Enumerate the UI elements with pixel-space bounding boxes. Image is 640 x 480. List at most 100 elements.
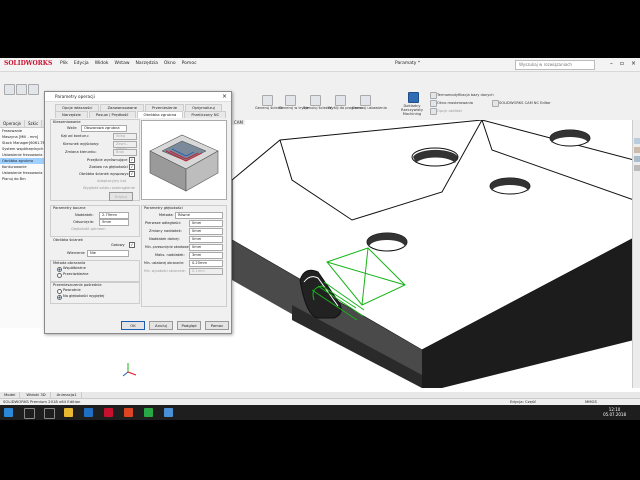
- mode-icon[interactable]: [285, 95, 296, 106]
- min-ustalony-field[interactable]: 0.25mm: [189, 260, 223, 267]
- solidworks-icon[interactable]: [104, 408, 113, 417]
- min-odkrycia-label: Min. wysokości obracanie:: [144, 269, 186, 273]
- machining-icon[interactable]: [408, 92, 419, 103]
- tree-item[interactable]: Planuj do Bm: [0, 176, 46, 182]
- minimize-icon[interactable]: –: [610, 60, 613, 67]
- pierwsze-label: Pierwsze odległości:: [145, 221, 182, 225]
- tab-szkic[interactable]: Szkic: [25, 120, 43, 127]
- radio-wspolbiezne-label: Współbieżne: [63, 266, 86, 270]
- library-icon[interactable]: [634, 147, 640, 153]
- task-view-icon[interactable]: [44, 408, 55, 419]
- edge-icon[interactable]: [84, 408, 93, 417]
- nc-editor-icon[interactable]: [492, 100, 499, 107]
- chk-przejscie[interactable]: ✓: [129, 157, 135, 163]
- generate-toolpath-icon[interactable]: [262, 95, 273, 106]
- search-input[interactable]: Wyszukaj w rozwiązaniach: [515, 60, 595, 70]
- pdf-icon[interactable]: [124, 408, 133, 417]
- method2-select[interactable]: Równe: [175, 212, 223, 219]
- menu-wstaw[interactable]: Wstaw: [115, 61, 130, 66]
- tab-narzedzie[interactable]: Narzędzie: [55, 111, 88, 118]
- menu-okno[interactable]: Okno: [164, 61, 176, 66]
- graphics-area[interactable]: [131, 119, 635, 388]
- simulate-icon[interactable]: [310, 95, 321, 106]
- cancel-button[interactable]: Anuluj: [149, 321, 173, 330]
- chk-gotowy[interactable]: ✓: [129, 242, 135, 248]
- method2-label: Metoda:: [159, 213, 174, 217]
- tab-optymalizuj[interactable]: Optymalizuj: [185, 104, 222, 111]
- radio-przeciwbiezne[interactable]: [57, 273, 62, 278]
- adaptive-label: Adaptacyjny kąt: [97, 179, 127, 183]
- odsuniecie-field[interactable]: 5mm: [99, 219, 129, 226]
- cmd-label[interactable]: SOLIDWORKS CAM NC Editor: [499, 101, 551, 105]
- tab-przeniesienie[interactable]: Przeniesienie: [145, 104, 185, 111]
- post-process-icon[interactable]: [335, 95, 346, 106]
- radio-powrotnie[interactable]: [57, 289, 62, 294]
- tab-przeliczony-nc[interactable]: Przeliczony NC: [184, 111, 227, 118]
- min-ustalony-label: Min. ustalonej obracanie:: [144, 261, 185, 265]
- toolbar-icon[interactable]: [16, 84, 27, 95]
- radio-wspolbiezne[interactable]: [57, 267, 62, 272]
- wall-machining-label: Obróbka ścianek: [53, 238, 83, 242]
- ok-button[interactable]: OK: [121, 321, 145, 330]
- close-icon[interactable]: ×: [631, 60, 636, 67]
- min-przesun-field[interactable]: 0mm: [189, 244, 223, 251]
- database-icon[interactable]: [430, 92, 437, 99]
- edit-button[interactable]: Edytuj: [109, 192, 133, 201]
- naddatek-field[interactable]: 2.79mm: [99, 212, 129, 219]
- clock[interactable]: 12:10 05.07.2018: [603, 407, 626, 417]
- preview-button[interactable]: Podgląd: [177, 321, 201, 330]
- dialog-title: Parametry operacji ×: [45, 92, 231, 102]
- solidworks-logo[interactable]: SOLIDWORKS: [4, 60, 52, 67]
- windows-taskbar: 12:10 05.07.2018: [0, 405, 640, 420]
- cmd-label[interactable]: Opcje obróbki: [437, 109, 462, 113]
- chk-obrobka[interactable]: ✓: [129, 171, 135, 177]
- pierwsze-field[interactable]: 0mm: [189, 220, 223, 227]
- maks-field[interactable]: 3mm: [189, 252, 223, 259]
- chrome-icon[interactable]: [144, 408, 153, 417]
- options-icon[interactable]: [430, 108, 437, 115]
- wiercenie-select[interactable]: Nie: [87, 250, 129, 257]
- view-palette-icon[interactable]: [634, 165, 640, 171]
- menu-widok[interactable]: Widok: [95, 61, 109, 66]
- toolbar-icon[interactable]: [4, 84, 15, 95]
- chk-zostaw[interactable]: ✓: [129, 164, 135, 170]
- menu-plik[interactable]: Plik: [60, 61, 68, 66]
- file-explorer-icon[interactable]: [64, 408, 73, 417]
- close-icon[interactable]: ×: [222, 92, 227, 101]
- radio-na-glebokosci[interactable]: [57, 295, 62, 300]
- windows-start-icon[interactable]: [4, 408, 13, 417]
- pattern-select[interactable]: Obszarowa zgrubna: [81, 125, 127, 132]
- tab-operacje[interactable]: Operacje: [0, 120, 26, 127]
- master-window-icon[interactable]: [430, 100, 437, 107]
- toolbar-icon[interactable]: [28, 84, 39, 95]
- naddatek-dna-field[interactable]: 0mm: [189, 236, 223, 243]
- menu-pomoc[interactable]: Pomoc: [182, 61, 197, 66]
- maximize-icon[interactable]: ▫: [620, 60, 624, 67]
- tab-posuw-predkosc[interactable]: Posuw / Prędkość: [88, 111, 136, 118]
- tab-obrobka-zgrubna[interactable]: Obróbka zgrubna: [136, 111, 184, 118]
- settings-icon[interactable]: [360, 95, 371, 106]
- app-icon[interactable]: [164, 408, 173, 417]
- explorer-icon[interactable]: [634, 156, 640, 162]
- search-icon[interactable]: [24, 408, 35, 419]
- resources-icon[interactable]: [634, 138, 640, 144]
- cmd-label[interactable]: Termomodyfikacja bazy danych: [437, 93, 494, 97]
- dialog-tabs-row2: Narzędzie Posuw / Prędkość Obróbka zgrub…: [55, 111, 227, 118]
- min-odkrycia-field[interactable]: 0.1mm: [189, 268, 223, 275]
- change-direction-select[interactable]: Brak: [113, 149, 137, 156]
- zmiany-field[interactable]: 0mm: [189, 228, 223, 235]
- status-edit: Edycja: Część: [510, 399, 537, 404]
- depth-params-label: Parametry głębokości: [144, 206, 183, 210]
- menu-narzedzia[interactable]: Narzędzia: [136, 61, 158, 66]
- direction-select[interactable]: Zewn.-Wewn.: [113, 141, 137, 151]
- menu-edycja[interactable]: Edycja: [74, 61, 89, 66]
- dialog-title-text: Parametry operacji: [55, 94, 95, 99]
- help-button[interactable]: Pomoc: [205, 321, 229, 330]
- angle-field[interactable]: 0deg: [113, 133, 137, 140]
- tab-zaawansowane[interactable]: Zaawansowane: [100, 104, 145, 111]
- title-bar: SOLIDWORKS Plik Edycja Widok Wstaw Narzę…: [0, 58, 640, 72]
- status-units[interactable]: MMGS: [585, 399, 597, 404]
- tab-opcje-wlasnosci[interactable]: Opcje własności: [55, 104, 100, 111]
- cmd-label[interactable]: Okno masterowania: [437, 101, 473, 105]
- tab-cam[interactable]: CAM: [232, 120, 245, 125]
